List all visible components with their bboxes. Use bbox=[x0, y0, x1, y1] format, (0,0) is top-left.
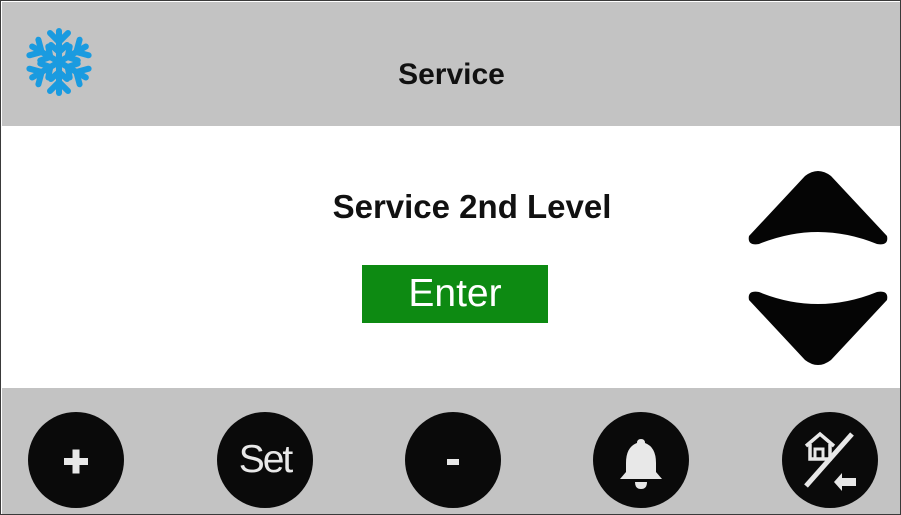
set-button[interactable]: Set bbox=[217, 412, 313, 508]
minus-button[interactable] bbox=[405, 412, 501, 508]
enter-button[interactable]: Enter bbox=[362, 265, 548, 323]
header-bar: Service bbox=[2, 2, 900, 126]
plus-button[interactable] bbox=[28, 412, 124, 508]
screen: Service Service 2nd Level Enter Set bbox=[0, 0, 901, 515]
home-back-icon bbox=[804, 431, 856, 491]
bell-icon bbox=[620, 439, 662, 489]
arrow-down-icon[interactable] bbox=[747, 286, 889, 368]
main-panel: Service 2nd Level Enter bbox=[2, 126, 900, 388]
alarm-button[interactable] bbox=[593, 412, 689, 508]
set-button-label: Set bbox=[238, 438, 294, 481]
plus-icon bbox=[64, 449, 88, 474]
page-title: Service bbox=[398, 58, 505, 91]
minus-icon bbox=[447, 459, 459, 465]
arrow-up-icon[interactable] bbox=[747, 170, 889, 248]
footer-bar: Set bbox=[2, 388, 900, 514]
home-back-button[interactable] bbox=[782, 412, 878, 508]
